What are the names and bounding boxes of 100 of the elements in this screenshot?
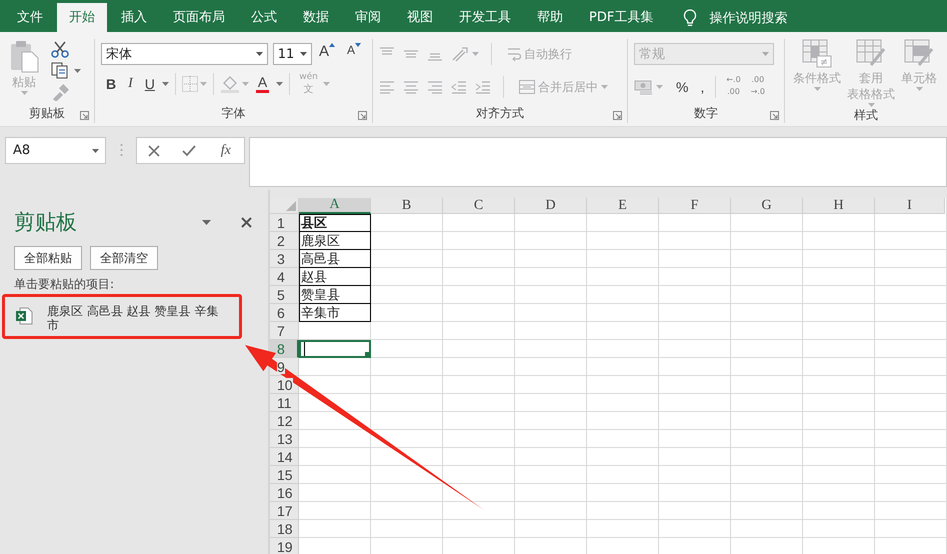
align-left-icon[interactable] bbox=[379, 80, 395, 94]
row-header[interactable]: 6 bbox=[270, 304, 299, 322]
table-cell: 县区 bbox=[299, 214, 371, 232]
row-header[interactable]: 18 bbox=[270, 520, 299, 538]
row-header[interactable]: 17 bbox=[270, 502, 299, 520]
ribbon-tab[interactable]: 页面布局 bbox=[161, 3, 237, 32]
column-header[interactable]: I bbox=[875, 198, 945, 214]
borders-icon[interactable] bbox=[182, 76, 198, 92]
bold-button[interactable]: B bbox=[101, 73, 122, 95]
group-label: 对齐方式 bbox=[476, 104, 524, 122]
row-header[interactable]: 2 bbox=[270, 232, 299, 250]
row-header[interactable]: 1 bbox=[270, 214, 299, 232]
column-header[interactable]: C bbox=[443, 198, 515, 214]
cancel-icon[interactable] bbox=[148, 144, 160, 156]
column-header[interactable]: E bbox=[587, 198, 659, 214]
ribbon-tab[interactable]: 文件 bbox=[5, 3, 55, 32]
group-label: 字体 bbox=[222, 104, 246, 122]
ribbon-tab[interactable]: 审阅 bbox=[343, 3, 393, 32]
orientation-icon[interactable] bbox=[451, 46, 469, 62]
caret-icon[interactable] bbox=[74, 68, 81, 73]
pane-title: 剪贴板 bbox=[14, 209, 78, 236]
triangle-icon bbox=[328, 43, 335, 47]
shrink-font-button[interactable]: A bbox=[342, 43, 366, 65]
column-header[interactable]: H bbox=[803, 198, 875, 214]
grip-icon bbox=[120, 143, 122, 157]
font-name-dropdown[interactable]: 宋体 bbox=[101, 43, 268, 65]
fill-color-icon[interactable] bbox=[220, 75, 240, 93]
insert-function-button[interactable]: fx bbox=[218, 142, 233, 158]
ribbon-tab[interactable]: 数据 bbox=[291, 3, 341, 32]
clipboard-item[interactable]: 鹿泉区 高邑县 赵县 赞皇县 辛集市 bbox=[2, 294, 242, 339]
row-header[interactable]: 14 bbox=[270, 448, 299, 466]
font-color-button[interactable]: A bbox=[250, 73, 274, 95]
column-header[interactable]: F bbox=[659, 198, 731, 214]
row-header[interactable]: 5 bbox=[270, 286, 299, 304]
close-icon[interactable] bbox=[241, 216, 252, 228]
ribbon-tab[interactable]: PDF工具集 bbox=[577, 3, 666, 32]
dialog-launcher-icon[interactable] bbox=[770, 111, 779, 120]
dialog-launcher-icon[interactable] bbox=[358, 111, 367, 120]
table-style-icon bbox=[856, 39, 886, 69]
enter-icon[interactable] bbox=[182, 144, 196, 156]
cut-icon[interactable] bbox=[51, 41, 69, 58]
column-header[interactable]: B bbox=[371, 198, 443, 214]
ribbon-tab[interactable]: 视图 bbox=[395, 3, 445, 32]
row-header[interactable]: 7 bbox=[270, 322, 299, 340]
column-header[interactable]: D bbox=[515, 198, 587, 214]
formula-input[interactable] bbox=[249, 137, 947, 187]
clipboard-icon bbox=[9, 39, 39, 73]
dialog-launcher-icon[interactable] bbox=[613, 111, 622, 120]
copy-icon[interactable] bbox=[51, 62, 68, 80]
increase-indent-icon[interactable] bbox=[475, 80, 491, 94]
active-cell[interactable] bbox=[299, 340, 371, 358]
triangle-icon bbox=[355, 43, 361, 47]
group-label: 剪贴板 bbox=[29, 104, 65, 122]
tell-me-search[interactable]: 操作说明搜索 bbox=[709, 8, 788, 26]
caret-icon[interactable] bbox=[276, 82, 284, 86]
pane-menu-icon[interactable] bbox=[202, 220, 211, 224]
table-style-icon bbox=[904, 39, 934, 69]
select-all-icon[interactable] bbox=[286, 201, 296, 211]
percent-button[interactable]: % bbox=[671, 76, 694, 98]
column-header[interactable]: G bbox=[731, 198, 803, 214]
italic-button[interactable]: I bbox=[123, 73, 138, 95]
pane-button[interactable]: 全部清空 bbox=[90, 246, 158, 270]
decrease-indent-icon[interactable] bbox=[451, 80, 467, 94]
grow-font-button[interactable]: A bbox=[314, 43, 340, 65]
align-center-icon[interactable] bbox=[403, 80, 419, 94]
row-header[interactable]: 16 bbox=[270, 484, 299, 502]
group-label: 数字 bbox=[694, 104, 718, 122]
group-label: 样式 bbox=[854, 107, 878, 124]
caret-icon[interactable] bbox=[256, 52, 263, 56]
table-cell: 赞皇县 bbox=[299, 286, 371, 304]
align-right-icon[interactable] bbox=[427, 80, 443, 94]
caret-icon[interactable] bbox=[300, 52, 307, 56]
font-size-dropdown[interactable]: 11 bbox=[272, 43, 312, 65]
lightbulb-icon[interactable] bbox=[683, 8, 698, 26]
ribbon-tab[interactable]: 帮助 bbox=[525, 3, 575, 32]
row-header[interactable]: 12 bbox=[270, 412, 299, 430]
name-box[interactable]: A8 bbox=[5, 137, 106, 164]
column-header[interactable]: A bbox=[299, 198, 371, 214]
table-cell: 鹿泉区 bbox=[299, 232, 371, 250]
row-header[interactable]: 3 bbox=[270, 250, 299, 268]
caret-icon[interactable] bbox=[162, 82, 169, 86]
ribbon-tab[interactable]: 开发工具 bbox=[447, 3, 523, 32]
table-cell: 赵县 bbox=[299, 268, 371, 286]
row-header[interactable]: 4 bbox=[270, 268, 299, 286]
merge-cells-icon bbox=[519, 80, 535, 94]
ribbon-tab[interactable]: 公式 bbox=[239, 3, 289, 32]
ribbon-tab[interactable]: 开始 bbox=[57, 3, 107, 32]
row-header[interactable]: 19 bbox=[270, 538, 299, 554]
wrap-text-icon bbox=[507, 46, 521, 62]
currency-icon[interactable] bbox=[634, 80, 654, 94]
caret-icon[interactable] bbox=[92, 148, 99, 152]
comma-button[interactable]: , bbox=[695, 76, 710, 98]
underline-button[interactable]: U bbox=[140, 73, 160, 95]
pane-button[interactable]: 全部粘贴 bbox=[14, 246, 82, 270]
dialog-launcher-icon[interactable] bbox=[80, 111, 89, 120]
row-header[interactable]: 11 bbox=[270, 394, 299, 412]
ribbon-tab[interactable]: 插入 bbox=[109, 3, 159, 32]
row-header[interactable]: 8 bbox=[270, 340, 299, 358]
row-header[interactable]: 15 bbox=[270, 466, 299, 484]
row-header[interactable]: 13 bbox=[270, 430, 299, 448]
